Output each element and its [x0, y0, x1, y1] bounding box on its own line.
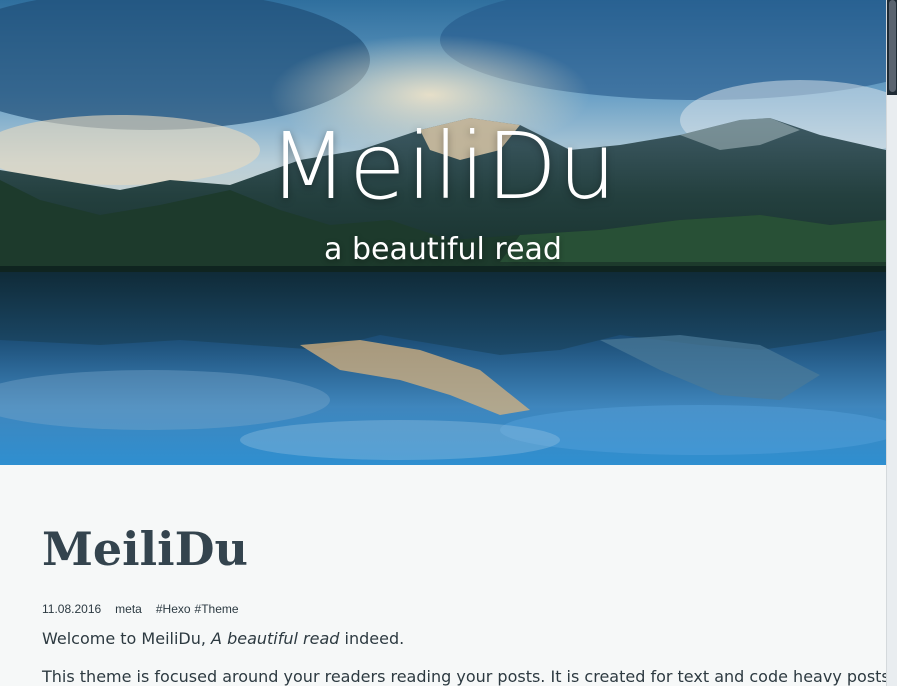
intro-prefix: Welcome to MeiliDu, [42, 629, 212, 648]
post-title[interactable]: MeiliDu [42, 520, 862, 578]
intro-suffix: indeed. [339, 629, 405, 648]
page-viewport: MeiliDu a beautiful read MeiliDu 11.08.2… [0, 0, 886, 686]
intro-paragraph: Welcome to MeiliDu, A beautiful read ind… [42, 626, 862, 652]
site-title[interactable]: MeiliDu [0, 112, 886, 222]
hero-banner: MeiliDu a beautiful read [0, 0, 886, 465]
post-meta: 11.08.2016 meta #Hexo #Theme [42, 602, 862, 616]
vertical-scrollbar[interactable] [886, 0, 897, 686]
tag-link-theme[interactable]: #Theme [195, 602, 239, 616]
body-paragraph: This theme is focused around your reader… [42, 667, 886, 686]
scrollbar-thumb[interactable] [889, 0, 896, 92]
post-category-link[interactable]: meta [115, 602, 142, 616]
post-tags: #Hexo #Theme [156, 602, 239, 616]
site-subtitle: a beautiful read [324, 232, 562, 267]
intro-emphasis: A beautiful read [211, 629, 340, 648]
post-date: 11.08.2016 [42, 602, 102, 616]
tag-link-hexo[interactable]: #Hexo [156, 602, 191, 616]
post-article: MeiliDu 11.08.2016 meta #Hexo #Theme Wel… [42, 465, 886, 686]
